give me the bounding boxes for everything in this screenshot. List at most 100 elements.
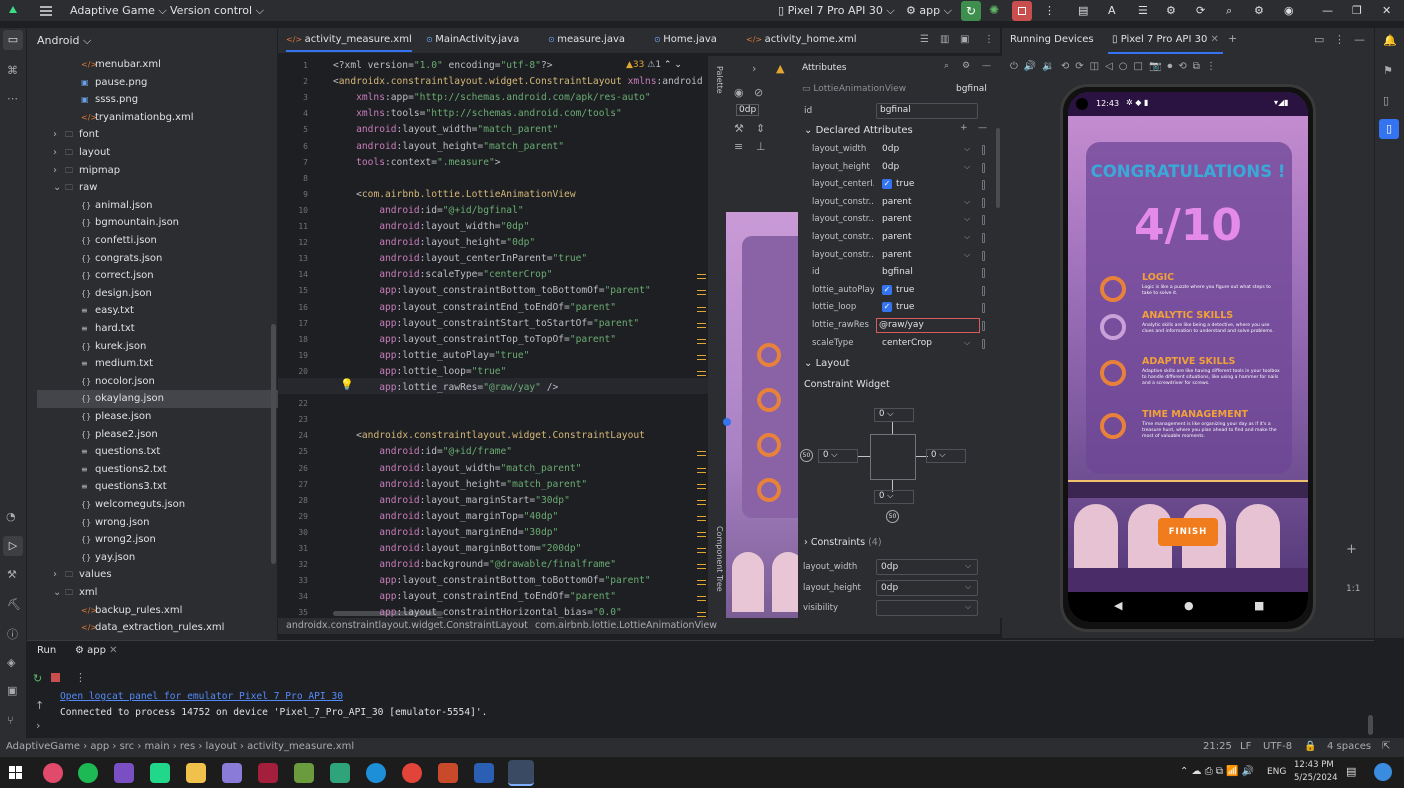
declared-attribute-row[interactable]: layout_centerI... ✓ true bbox=[798, 176, 1002, 194]
attribute-value[interactable]: centerCrop bbox=[882, 338, 932, 348]
attribute-value[interactable]: true bbox=[896, 285, 914, 295]
editor-tab[interactable]: ⊙ Home.java bbox=[654, 34, 717, 45]
dropdown-chevron-icon[interactable]: ⌵ bbox=[964, 338, 970, 348]
tree-item[interactable]: ▣ ssss.png bbox=[37, 91, 285, 109]
code-editor[interactable]: ▲33 ⚠1 ⌃ ⌄ 1 <?xml version="1.0" encoding… bbox=[278, 56, 708, 618]
recents-icon[interactable]: ■ bbox=[1254, 599, 1264, 612]
dropdown-chevron-icon[interactable]: ⌵ bbox=[964, 162, 970, 172]
run-more-icon[interactable]: ⋮ bbox=[75, 671, 86, 684]
tree-item[interactable]: ≡ easy.txt bbox=[37, 302, 285, 320]
palette-tab[interactable]: Palette bbox=[710, 66, 724, 116]
running-devices-side-icon[interactable]: ▯ bbox=[1379, 119, 1399, 139]
declared-attribute-row[interactable]: layout_constr... parent ⌵ bbox=[798, 211, 1002, 229]
close-run-tab-icon[interactable]: ✕ bbox=[109, 645, 117, 656]
declared-attribute-row[interactable]: layout_height 0dp ⌵ bbox=[798, 159, 1002, 177]
build-icon[interactable]: ⚒ bbox=[7, 568, 17, 581]
project-view-selector[interactable]: Android ⌵ bbox=[37, 34, 91, 48]
bias-bottom-indicator[interactable]: 50 bbox=[886, 510, 899, 523]
dropdown-chevron-icon[interactable]: ⌵ bbox=[964, 214, 970, 224]
add-attribute-icon[interactable]: + bbox=[960, 123, 968, 133]
breadcrumb-item-constraintlayout[interactable]: androidx.constraintlayout.widget.Constra… bbox=[286, 620, 528, 631]
input-language[interactable]: ENG bbox=[1267, 767, 1286, 777]
attribute-value[interactable]: @raw/yay bbox=[876, 318, 980, 333]
chevron-right-icon[interactable]: › bbox=[53, 162, 57, 180]
tree-item[interactable]: </> tryanimationbg.xml bbox=[37, 109, 285, 127]
tree-item[interactable]: {} confetti.json bbox=[37, 232, 285, 250]
split-design-icon[interactable]: ▥ bbox=[940, 34, 949, 45]
margin-right-field[interactable]: 0 ⌵ bbox=[926, 449, 966, 463]
more-tools-icon[interactable]: ⋯ bbox=[7, 92, 18, 105]
tree-item[interactable]: {} animal.json bbox=[37, 197, 285, 215]
back-icon[interactable]: ◀ bbox=[1114, 599, 1122, 612]
attributes-settings-icon[interactable]: ⚙ bbox=[962, 61, 970, 71]
id-field[interactable]: bgfinal bbox=[876, 103, 978, 119]
back-nav-icon[interactable]: ◁ bbox=[1105, 61, 1119, 72]
layout-field-dropdown[interactable]: ⌵ bbox=[876, 600, 978, 616]
account-icon[interactable]: ◉ bbox=[1284, 4, 1294, 17]
tree-item[interactable]: ▣ pause.png bbox=[37, 74, 285, 92]
margin-left-field[interactable]: 0 ⌵ bbox=[818, 449, 858, 463]
resource-picker-icon[interactable] bbox=[982, 180, 985, 191]
app-run-tab[interactable]: ⚙ app ✕ bbox=[75, 645, 118, 656]
powerpoint-icon[interactable] bbox=[438, 763, 458, 783]
attribute-value[interactable]: parent bbox=[882, 197, 912, 207]
selection-handle[interactable] bbox=[723, 418, 731, 426]
editor-tab[interactable]: </> activity_home.xml bbox=[746, 34, 856, 45]
chevron-down-icon[interactable]: ⌄ bbox=[53, 179, 61, 197]
settings-gear-icon[interactable]: ⚙ bbox=[1254, 4, 1264, 17]
console-scrollbar[interactable] bbox=[1368, 715, 1373, 735]
android-studio-taskbar-icon[interactable] bbox=[508, 760, 534, 786]
checkbox-checked-icon[interactable]: ✓ bbox=[882, 302, 892, 313]
app-icon-1[interactable] bbox=[43, 763, 63, 783]
project-tool-icon[interactable]: ▭ bbox=[3, 30, 23, 50]
tree-scrollbar[interactable] bbox=[271, 324, 276, 564]
expand-icon[interactable]: › bbox=[36, 719, 40, 732]
declared-attribute-row[interactable]: layout_constr... parent ⌵ bbox=[798, 247, 1002, 265]
layout-toggle-icon[interactable]: ▭ bbox=[1314, 33, 1324, 46]
eye-icon[interactable]: ◉ bbox=[734, 86, 744, 99]
gradle-icon[interactable]: ⚑ bbox=[1383, 64, 1393, 77]
stop-button[interactable] bbox=[1012, 1, 1032, 21]
file-encoding[interactable]: UTF-8 bbox=[1263, 741, 1292, 752]
tab-more-icon[interactable]: ⋮ bbox=[984, 34, 994, 45]
tree-item[interactable]: {} wrong.json bbox=[37, 514, 285, 532]
add-device-icon[interactable]: + bbox=[1228, 32, 1237, 45]
declared-attribute-row[interactable]: lottie_rawRes @raw/yay bbox=[798, 317, 1002, 335]
dropdown-chevron-icon[interactable]: ⌵ bbox=[964, 250, 970, 260]
tree-item[interactable]: </> menubar.xml bbox=[37, 56, 285, 74]
layout-section-header[interactable]: ⌄ Layout bbox=[804, 358, 850, 369]
zoom-in-icon[interactable]: + bbox=[1346, 542, 1357, 557]
magnet-icon[interactable]: ⊘ bbox=[754, 86, 763, 99]
version-control-menu[interactable]: Version control ⌵ bbox=[170, 4, 264, 18]
tree-item[interactable]: ⌄ 🗀 raw bbox=[37, 179, 285, 197]
edge-icon[interactable] bbox=[366, 763, 386, 783]
restore-window-icon[interactable]: ❐ bbox=[1352, 4, 1362, 17]
tree-item[interactable]: › 🗀 font bbox=[37, 126, 285, 144]
collapse-arrow-icon[interactable]: › bbox=[752, 62, 756, 75]
tree-item[interactable]: ≡ questions.txt bbox=[37, 443, 285, 461]
tree-item[interactable]: {} design.json bbox=[37, 285, 285, 303]
tree-item[interactable]: {} bgmountain.json bbox=[37, 214, 285, 232]
rotate-right-icon[interactable]: ⟳ bbox=[1075, 61, 1089, 72]
minecraft-icon[interactable] bbox=[294, 763, 314, 783]
tab-list-icon[interactable]: ☰ bbox=[920, 34, 929, 45]
scroll-up-icon[interactable]: ↑ bbox=[35, 699, 44, 712]
rerun-small-icon[interactable]: ↻ bbox=[33, 672, 42, 685]
tree-item[interactable]: {} nocolor.json bbox=[37, 373, 285, 391]
breadcrumb-item-lottie[interactable]: com.airbnb.lottie.LottieAnimationView bbox=[535, 620, 717, 631]
caret-position[interactable]: 21:25 bbox=[1203, 741, 1232, 752]
git-icon[interactable]: ⑂ bbox=[7, 714, 14, 727]
phone-screen[interactable]: 12:43 ✲ ◆ ▮ ▾◢▮ CONGRATULATIONS ! 4/10 L… bbox=[1068, 92, 1308, 622]
visual-studio-icon[interactable] bbox=[114, 763, 134, 783]
resource-picker-icon[interactable] bbox=[982, 145, 985, 155]
search-attributes-icon[interactable]: ⌕ bbox=[944, 61, 949, 71]
tree-item[interactable]: ≡ medium.txt bbox=[37, 355, 285, 373]
chevron-right-icon[interactable]: › bbox=[53, 566, 57, 584]
tree-item[interactable]: {} welcomeguts.json bbox=[37, 496, 285, 514]
device-more-icon[interactable]: ⋮ bbox=[1206, 61, 1222, 72]
search-icon[interactable]: ⌕ bbox=[1226, 4, 1232, 18]
tree-item[interactable]: {} please2.json bbox=[37, 426, 285, 444]
line-separator[interactable]: LF bbox=[1240, 741, 1251, 752]
resource-picker-icon[interactable] bbox=[982, 233, 985, 243]
profiler-icon[interactable]: ◔ bbox=[6, 510, 16, 523]
